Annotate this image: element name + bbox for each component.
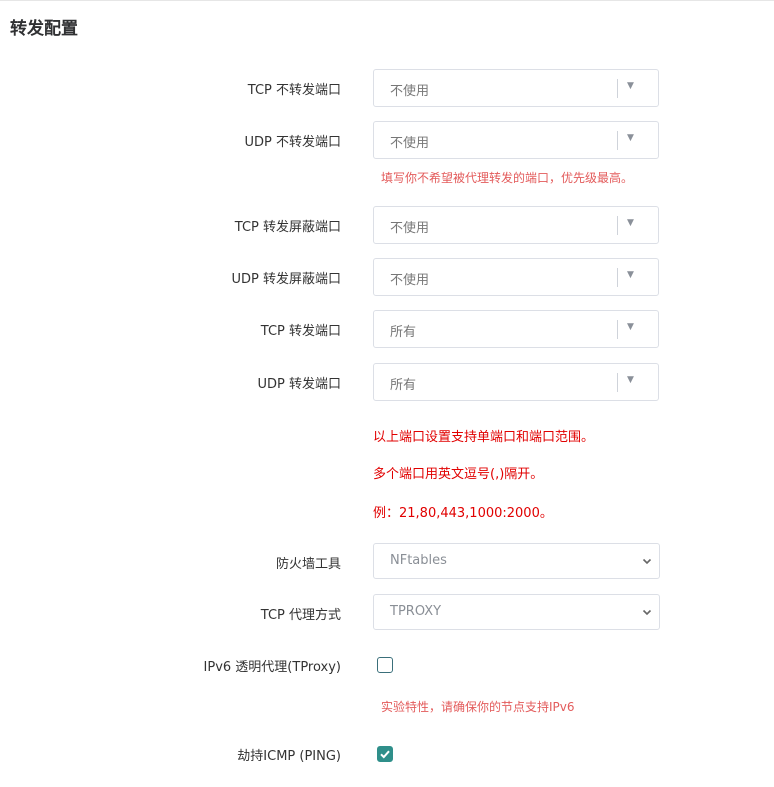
ipv6-tproxy-hint: 实验特性，请确保你的节点支持IPv6	[381, 700, 575, 714]
chevron-down-icon	[642, 609, 652, 616]
tcp-no-redir-value: 不使用	[390, 84, 430, 99]
tcp-proxy-way-select[interactable]: TPROXY	[373, 594, 660, 630]
tcp-redir-ports-select[interactable]: 所有 ▼	[373, 310, 659, 348]
dropdown-separator	[617, 216, 618, 235]
udp-no-redir-ports-select[interactable]: 不使用 ▼	[373, 121, 659, 159]
firewall-value: NFtables	[390, 553, 447, 568]
udp-block-value: 不使用	[390, 273, 430, 288]
dropdown-separator	[617, 131, 618, 150]
caret-down-icon[interactable]: ▼	[627, 375, 634, 385]
top-divider	[0, 0, 774, 1]
hijack-icmp-checkbox[interactable]	[377, 746, 393, 762]
tcp-redir-label: TCP 转发端口	[260, 324, 341, 339]
caret-down-icon[interactable]: ▼	[627, 270, 634, 280]
caret-down-icon[interactable]: ▼	[627, 218, 634, 228]
caret-down-icon[interactable]: ▼	[627, 133, 634, 143]
tcp-block-value: 不使用	[390, 221, 430, 236]
dropdown-separator	[617, 373, 618, 392]
dropdown-separator	[617, 268, 618, 287]
tcp-block-label: TCP 转发屏蔽端口	[234, 220, 341, 235]
no-redir-hint: 填写你不希望被代理转发的端口，优先级最高。	[381, 171, 634, 185]
caret-down-icon[interactable]: ▼	[627, 322, 634, 332]
tcp-no-redir-ports-select[interactable]: 不使用 ▼	[373, 69, 659, 107]
tcp-block-ports-select[interactable]: 不使用 ▼	[373, 206, 659, 244]
firewall-label: 防火墙工具	[275, 557, 341, 572]
ipv6-tproxy-label: IPv6 透明代理(TProxy)	[203, 660, 341, 675]
port-note-example: 例：21,80,443,1000:2000。	[373, 506, 553, 521]
udp-redir-label: UDP 转发端口	[257, 377, 342, 392]
tcp-proxy-way-value: TPROXY	[390, 604, 442, 619]
ipv6-tproxy-checkbox[interactable]	[377, 657, 393, 673]
udp-no-redir-value: 不使用	[390, 136, 430, 151]
firewall-tool-select[interactable]: NFtables	[373, 543, 660, 579]
tcp-redir-value: 所有	[390, 325, 417, 340]
dropdown-separator	[617, 79, 618, 98]
caret-down-icon[interactable]: ▼	[627, 81, 634, 91]
udp-no-redir-label: UDP 不转发端口	[244, 135, 342, 150]
tcp-proxy-way-label: TCP 代理方式	[260, 608, 341, 623]
udp-redir-ports-select[interactable]: 所有 ▼	[373, 363, 659, 401]
port-note-separator: 多个端口用英文逗号(,)隔开。	[373, 467, 544, 482]
udp-block-label: UDP 转发屏蔽端口	[231, 272, 342, 287]
udp-block-ports-select[interactable]: 不使用 ▼	[373, 258, 659, 296]
hijack-icmp-label: 劫持ICMP (PING)	[237, 749, 341, 764]
section-title: 转发配置	[10, 19, 78, 39]
tcp-no-redir-label: TCP 不转发端口	[247, 83, 341, 98]
dropdown-separator	[617, 320, 618, 339]
check-icon	[380, 750, 390, 759]
udp-redir-value: 所有	[390, 378, 417, 393]
port-note-range: 以上端口设置支持单端口和端口范围。	[373, 430, 595, 445]
chevron-down-icon	[642, 558, 652, 565]
